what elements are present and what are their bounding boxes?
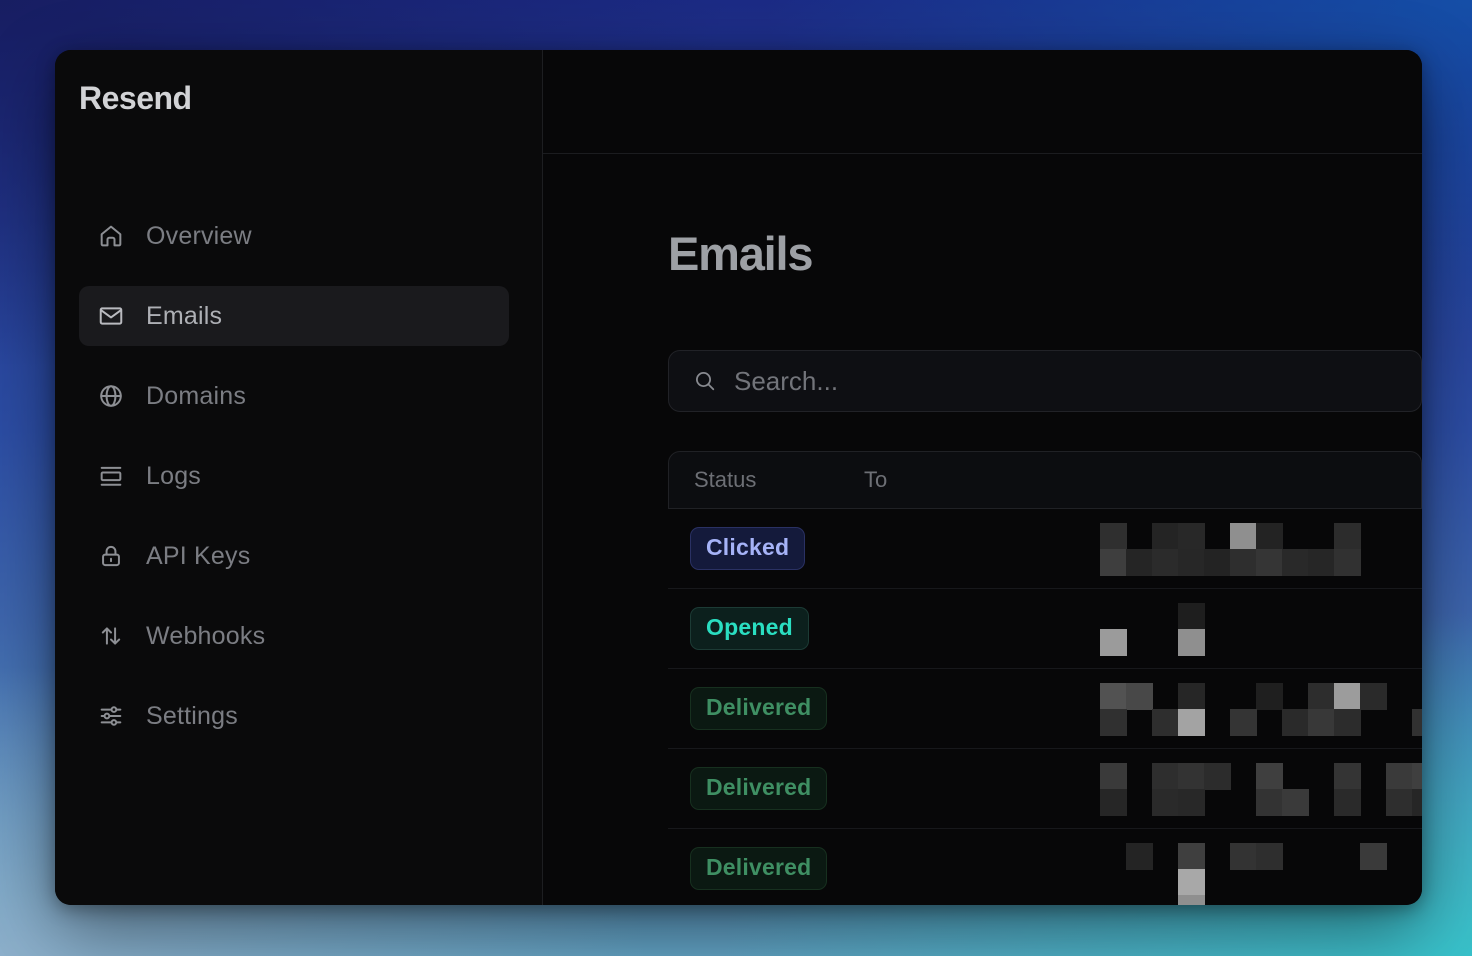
sidebar-item-api-keys[interactable]: API Keys <box>79 526 509 586</box>
status-cell: Delivered <box>668 848 888 890</box>
sidebar-item-label: Logs <box>146 462 201 491</box>
recipient-cell <box>888 669 1422 748</box>
globe-icon <box>97 382 125 410</box>
main-header <box>543 50 1422 154</box>
sidebar-item-logs[interactable]: Logs <box>79 446 509 506</box>
status-cell: Clicked <box>668 528 888 570</box>
table-header-row: Status To <box>668 451 1422 509</box>
sidebar-nav: Overview Emails Domains Logs API Keys Webhook… <box>79 206 509 746</box>
emails-table: Status To Clicked Opened Delivered Delivere… <box>668 451 1422 905</box>
redacted-recipient <box>1100 523 1422 575</box>
search-input[interactable] <box>734 366 1401 397</box>
app-window: Resend Overview Emails Domains Logs API Keys… <box>55 50 1422 905</box>
main-panel: Emails Status To Clicked Opened Delivered D… <box>543 50 1422 905</box>
status-badge: Opened <box>691 608 808 650</box>
column-header-to: To <box>864 467 887 493</box>
recipient-cell <box>888 589 1422 668</box>
status-badge: Delivered <box>691 768 826 810</box>
sidebar-item-overview[interactable]: Overview <box>79 206 509 266</box>
lock-icon <box>97 542 125 570</box>
column-header-status: Status <box>669 467 864 493</box>
sidebar-item-domains[interactable]: Domains <box>79 366 509 426</box>
sidebar-item-emails[interactable]: Emails <box>79 286 509 346</box>
arrows-up-down-icon <box>97 622 125 650</box>
redacted-recipient <box>1100 763 1422 815</box>
recipient-cell <box>888 829 1422 905</box>
table-row[interactable]: Opened <box>668 589 1422 669</box>
table-row[interactable]: Delivered <box>668 829 1422 905</box>
home-icon <box>97 222 125 250</box>
status-cell: Opened <box>668 608 888 650</box>
sidebar-item-label: Webhooks <box>146 622 265 651</box>
search-icon <box>693 369 717 393</box>
sidebar-item-settings[interactable]: Settings <box>79 686 509 746</box>
status-badge: Delivered <box>691 848 826 890</box>
recipient-cell <box>888 749 1422 828</box>
status-badge: Delivered <box>691 688 826 730</box>
sidebar: Resend Overview Emails Domains Logs API Keys… <box>55 50 543 905</box>
mail-icon <box>97 302 125 330</box>
page-title: Emails <box>668 226 1422 282</box>
redacted-recipient <box>1100 683 1422 735</box>
sidebar-item-webhooks[interactable]: Webhooks <box>79 606 509 666</box>
table-row[interactable]: Clicked <box>668 509 1422 589</box>
main-content: Emails Status To Clicked Opened Delivered D… <box>543 226 1422 905</box>
sidebar-item-label: Emails <box>146 302 222 331</box>
sidebar-item-label: Overview <box>146 222 252 251</box>
redacted-recipient <box>1100 603 1422 655</box>
redacted-recipient <box>1100 843 1422 895</box>
status-cell: Delivered <box>668 768 888 810</box>
status-cell: Delivered <box>668 688 888 730</box>
sidebar-item-label: API Keys <box>146 542 250 571</box>
table-row[interactable]: Delivered <box>668 669 1422 749</box>
table-body: Clicked Opened Delivered Delivered Delivered <box>668 509 1422 905</box>
sliders-icon <box>97 702 125 730</box>
recipient-cell <box>888 509 1422 588</box>
logs-icon <box>97 462 125 490</box>
sidebar-item-label: Settings <box>146 702 238 731</box>
search-box[interactable] <box>668 350 1422 412</box>
status-badge: Clicked <box>691 528 804 570</box>
brand-logo: Resend <box>79 80 509 116</box>
table-row[interactable]: Delivered <box>668 749 1422 829</box>
sidebar-item-label: Domains <box>146 382 246 411</box>
